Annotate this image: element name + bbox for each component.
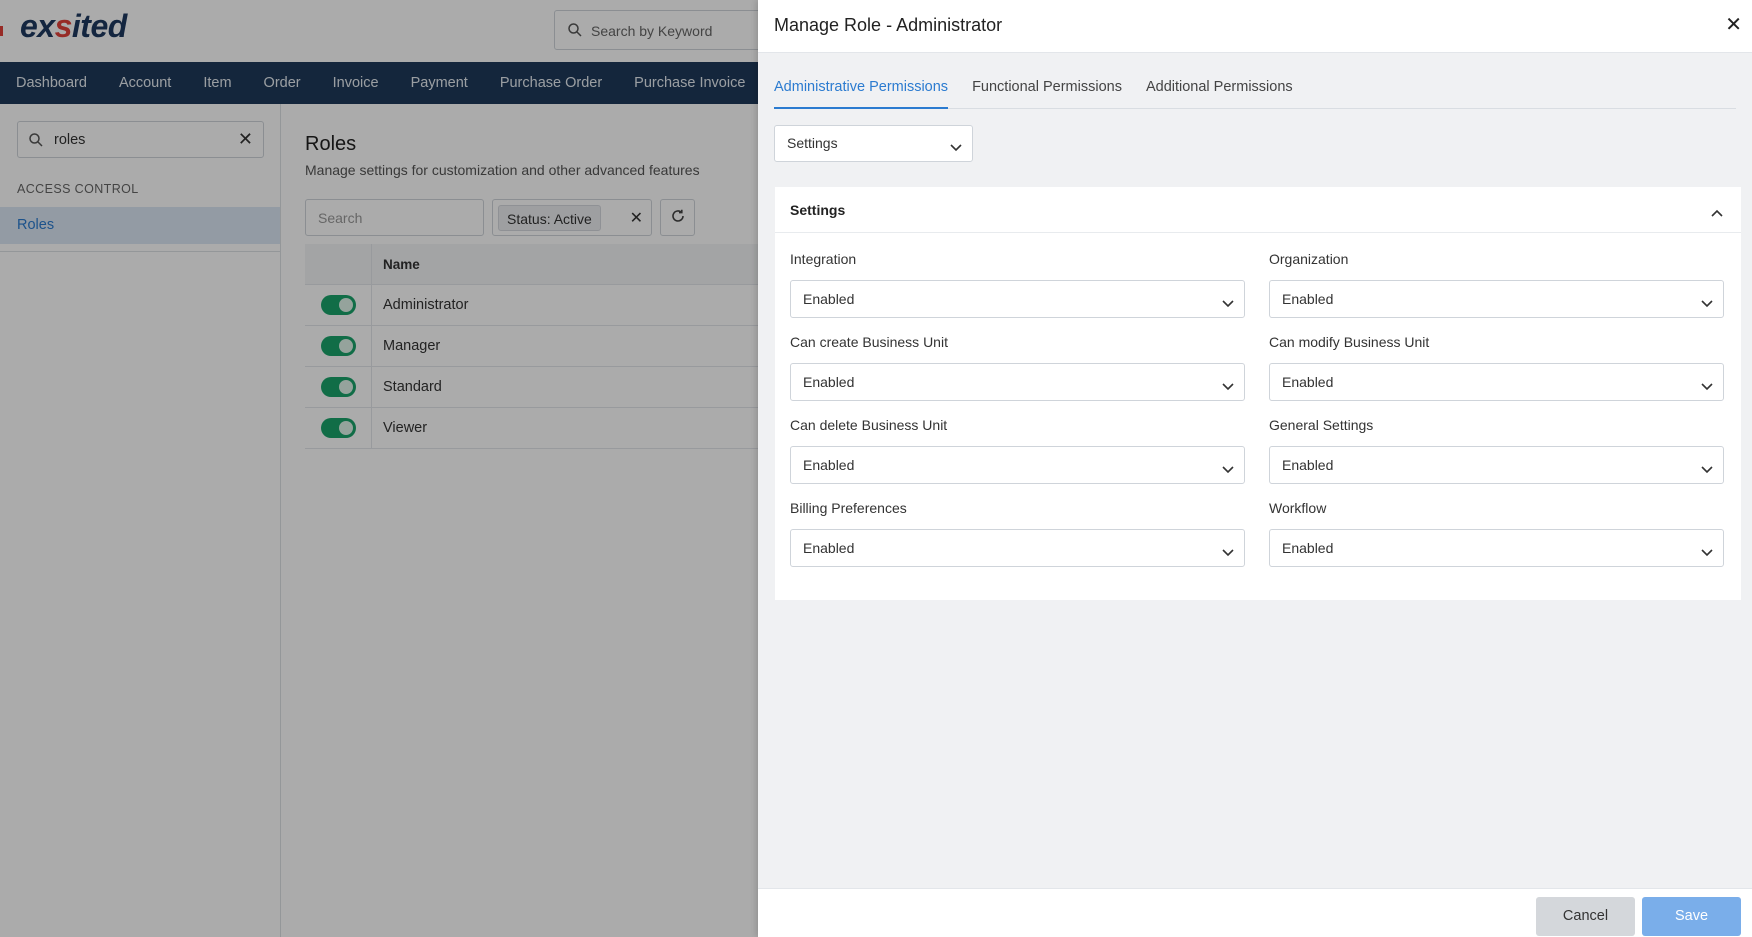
modal-backdrop[interactable] bbox=[0, 0, 758, 937]
chevron-down-icon bbox=[1222, 544, 1234, 560]
field-label: Can modify Business Unit bbox=[1269, 334, 1430, 350]
chevron-down-icon bbox=[1701, 544, 1713, 560]
section-select[interactable]: Settings bbox=[774, 125, 973, 162]
field-organization: Organization Enabled bbox=[1269, 251, 1724, 318]
drawer-footer: Cancel Save bbox=[758, 888, 1752, 937]
drawer-title: Manage Role - Administrator bbox=[774, 15, 1003, 35]
select-value: Enabled bbox=[803, 291, 855, 307]
field-label: Can delete Business Unit bbox=[790, 417, 948, 433]
can-modify-business-unit-select[interactable]: Enabled bbox=[1269, 363, 1724, 401]
field-label: Billing Preferences bbox=[790, 500, 907, 516]
cancel-button[interactable]: Cancel bbox=[1536, 897, 1635, 936]
chevron-down-icon bbox=[1222, 295, 1234, 311]
save-button[interactable]: Save bbox=[1642, 897, 1741, 936]
general-settings-select[interactable]: Enabled bbox=[1269, 446, 1724, 484]
workflow-select[interactable]: Enabled bbox=[1269, 529, 1724, 567]
settings-panel-header[interactable]: Settings bbox=[775, 187, 1741, 233]
select-value: Enabled bbox=[1282, 291, 1334, 307]
tab-functional-permissions[interactable]: Functional Permissions bbox=[972, 70, 1122, 109]
settings-panel: Settings Integration Enabled Organizatio… bbox=[775, 187, 1741, 600]
chevron-down-icon bbox=[1701, 378, 1713, 394]
integration-select[interactable]: Enabled bbox=[790, 280, 1245, 318]
drawer-header: Manage Role - Administrator ✕ bbox=[758, 0, 1752, 53]
billing-preferences-select[interactable]: Enabled bbox=[790, 529, 1245, 567]
tab-administrative-permissions[interactable]: Administrative Permissions bbox=[774, 70, 949, 109]
select-value: Enabled bbox=[803, 374, 855, 390]
field-label: Integration bbox=[790, 251, 857, 267]
field-general-settings: General Settings Enabled bbox=[1269, 417, 1724, 484]
chevron-down-icon bbox=[1222, 378, 1234, 394]
panel-title: Settings bbox=[790, 202, 846, 218]
chevron-down-icon bbox=[1701, 295, 1713, 311]
tab-additional-permissions[interactable]: Additional Permissions bbox=[1146, 70, 1293, 109]
chevron-down-icon bbox=[1222, 461, 1234, 477]
select-value: Enabled bbox=[1282, 457, 1334, 473]
field-can-delete-business-unit: Can delete Business Unit Enabled bbox=[790, 417, 1245, 484]
field-integration: Integration Enabled bbox=[790, 251, 1245, 318]
field-label: Organization bbox=[1269, 251, 1349, 267]
select-value: Enabled bbox=[1282, 374, 1334, 390]
manage-role-drawer: Manage Role - Administrator ✕ Administra… bbox=[758, 0, 1752, 937]
chevron-down-icon bbox=[1701, 461, 1713, 477]
close-icon[interactable]: ✕ bbox=[1725, 13, 1742, 37]
field-can-create-business-unit: Can create Business Unit Enabled bbox=[790, 334, 1245, 401]
chevron-up-icon[interactable] bbox=[1711, 204, 1723, 220]
field-workflow: Workflow Enabled bbox=[1269, 500, 1724, 567]
organization-select[interactable]: Enabled bbox=[1269, 280, 1724, 318]
select-value: Enabled bbox=[803, 540, 855, 556]
field-label: Workflow bbox=[1269, 500, 1327, 516]
section-select-value: Settings bbox=[787, 135, 838, 151]
field-billing-preferences: Billing Preferences Enabled bbox=[790, 500, 1245, 567]
field-can-modify-business-unit: Can modify Business Unit Enabled bbox=[1269, 334, 1724, 401]
select-value: Enabled bbox=[1282, 540, 1334, 556]
permission-tabs: Administrative Permissions Functional Pe… bbox=[774, 70, 1736, 109]
chevron-down-icon bbox=[950, 139, 962, 155]
can-create-business-unit-select[interactable]: Enabled bbox=[790, 363, 1245, 401]
field-label: Can create Business Unit bbox=[790, 334, 948, 350]
select-value: Enabled bbox=[803, 457, 855, 473]
can-delete-business-unit-select[interactable]: Enabled bbox=[790, 446, 1245, 484]
field-label: General Settings bbox=[1269, 417, 1374, 433]
